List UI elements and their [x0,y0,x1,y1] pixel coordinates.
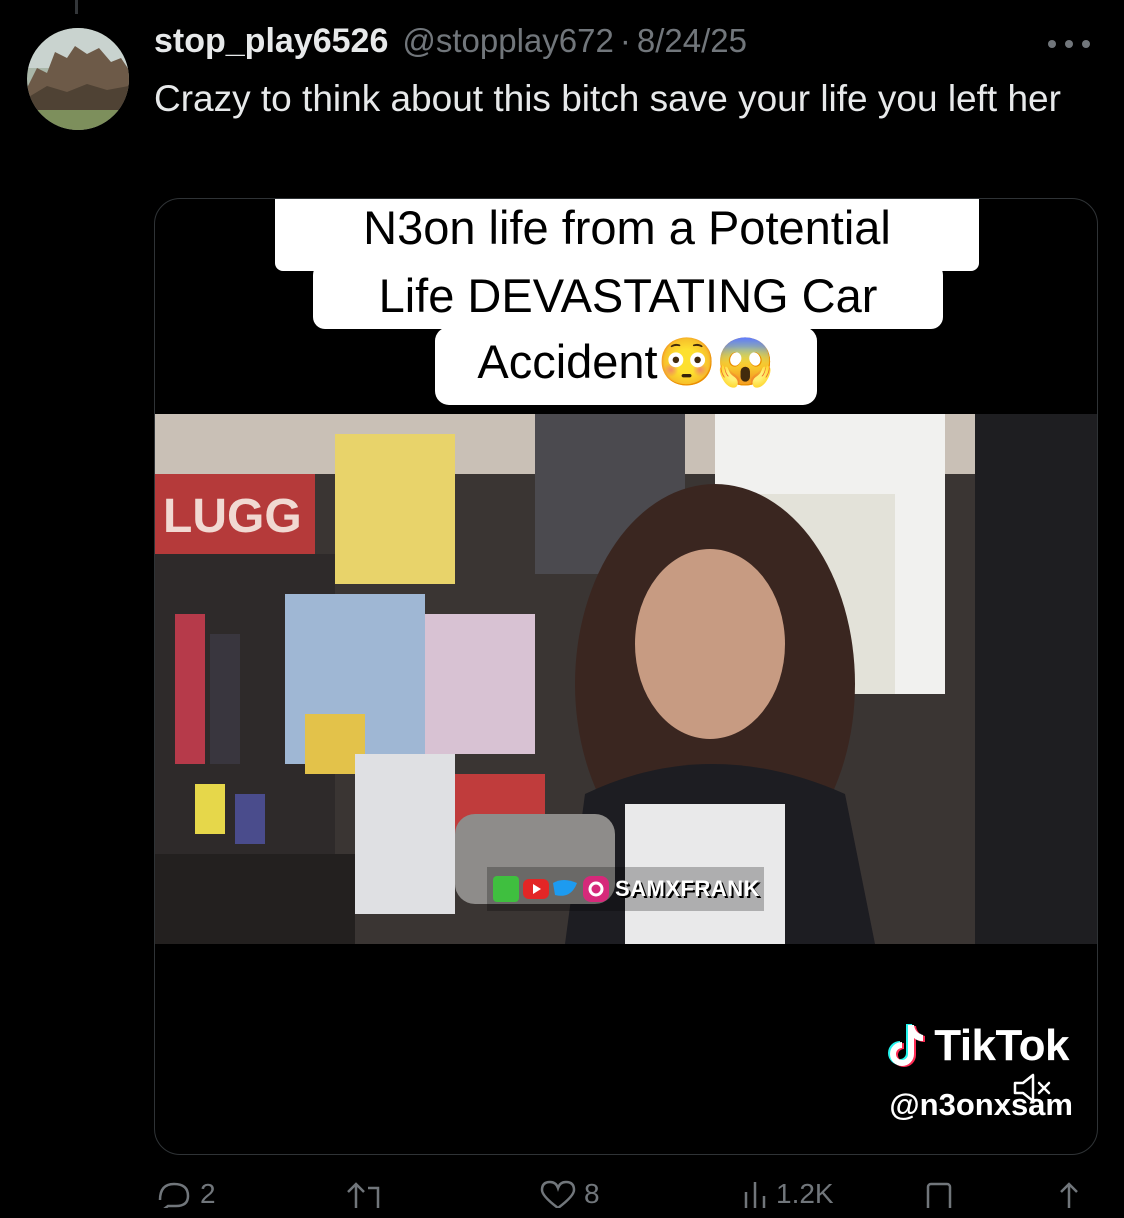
retweet-button[interactable] [344,1178,388,1208]
tiktok-wordmark: TikTok [934,1021,1069,1070]
meta-separator: · [619,22,631,59]
volume-muted-icon[interactable] [1011,1071,1053,1105]
like-count: 8 [584,1178,600,1209]
social-watermark: SAMXFRANK [487,867,765,911]
tweet-video[interactable]: LUGG N3on life from a Potential Life DEV… [154,198,1098,1155]
social-icons [493,876,609,902]
video-caption-line-2: Life DEVASTATING Car [313,263,943,329]
reply-count: 2 [200,1178,216,1209]
retweet-icon [347,1182,380,1208]
more-horizontal-icon[interactable] [1044,22,1094,62]
author-display-name[interactable]: stop_play6526 [154,22,388,61]
tweet-header: stop_play6526 @stopplay672 · 8/24/25 [154,22,747,62]
video-frame: LUGG [155,414,1097,944]
video-caption-line-3: Accident😳😱 [435,327,817,405]
author-meta: @stopplay672 · 8/24/25 [402,22,747,60]
views-chart-icon [744,1182,766,1208]
author-handle[interactable]: @stopplay672 [402,22,613,59]
watermark-handle: SAMXFRANK [615,876,761,901]
reply-icon [158,1182,190,1208]
like-button[interactable]: 8 [538,1178,600,1210]
tiktok-logo-icon [888,1024,926,1067]
video-caption-line-1: N3on life from a Potential [275,199,979,271]
thread-connector-line [75,0,78,14]
bookmark-icon [926,1182,952,1208]
bookmark-button[interactable] [924,1178,954,1208]
reply-button[interactable]: 2 [154,1178,216,1210]
share-icon [1060,1182,1078,1208]
views-count: 1.2K [776,1178,834,1209]
views-button[interactable]: 1.2K [740,1178,834,1210]
tweet-actions-bar: 2 8 1.2K [154,1178,1084,1218]
tiktok-branding: TikTok [886,1021,1069,1071]
heart-icon [540,1180,576,1208]
share-button[interactable] [1054,1178,1084,1208]
tweet-text: Crazy to think about this bitch save you… [154,78,1061,119]
author-avatar[interactable] [27,28,129,130]
tweet-date[interactable]: 8/24/25 [637,22,747,59]
store-sign-text: LUGG [163,490,302,543]
